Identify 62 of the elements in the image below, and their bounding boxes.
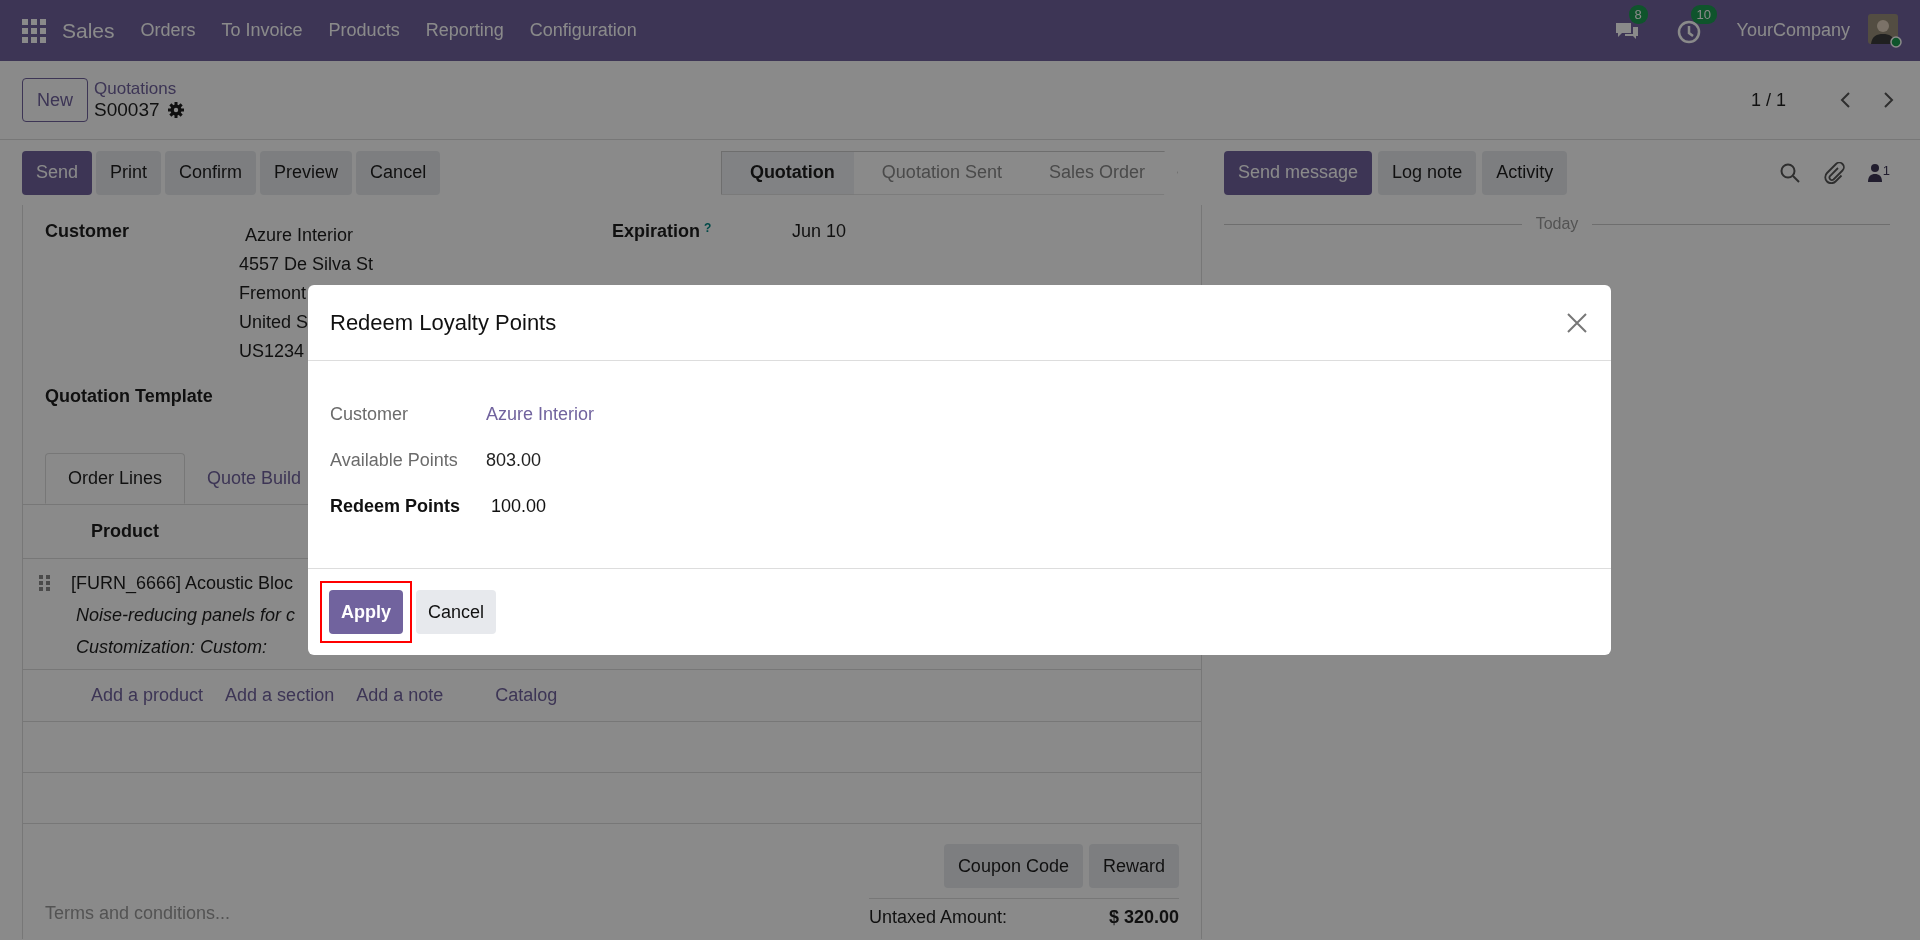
app-name[interactable]: Sales: [62, 18, 115, 43]
reward-button[interactable]: Reward: [1088, 844, 1179, 888]
address-line: United S: [239, 311, 309, 334]
chatter-button[interactable]: Log note: [1378, 150, 1477, 195]
address-line: US1234: [239, 340, 305, 363]
action-button[interactable]: Cancel: [356, 150, 441, 195]
product-name: [FURN_6666] Acoustic Bloc: [71, 572, 294, 596]
add-line-link[interactable]: Add a product: [91, 685, 204, 706]
menu-item[interactable]: Orders: [140, 20, 196, 41]
notebook-tab[interactable]: Quote Build: [185, 453, 324, 504]
field-value[interactable]: Jun 10: [792, 221, 847, 242]
address-line: 4557 De Silva St: [239, 253, 374, 276]
action-button[interactable]: Print: [96, 150, 162, 195]
field-value: 803.00: [486, 449, 542, 471]
field-label: Customer: [45, 221, 130, 243]
menu-item[interactable]: Products: [328, 20, 400, 41]
reward-button[interactable]: Coupon Code: [943, 844, 1083, 888]
column-header[interactable]: Product: [91, 521, 159, 542]
follower-count: 1: [1882, 162, 1890, 178]
follower-icon[interactable]: [1866, 162, 1883, 183]
customer-name[interactable]: Azure Interior: [239, 221, 354, 250]
field-label: Expiration $^{?}$: [612, 221, 713, 242]
action-button[interactable]: Confirm: [165, 150, 257, 195]
company-name[interactable]: YourCompany: [1736, 20, 1850, 41]
menu-item[interactable]: Reporting: [425, 20, 504, 41]
chatter-button[interactable]: Send message: [1224, 150, 1373, 195]
record-name: S00037: [94, 98, 160, 122]
field-label: Customer: [330, 403, 410, 425]
status-step[interactable]: Sales Order: [1020, 150, 1178, 195]
total-label: Untaxed Amount:: [869, 907, 1008, 928]
gear-icon[interactable]: [167, 102, 184, 118]
dialog-button[interactable]: Cancel: [416, 590, 497, 634]
user-avatar-icon[interactable]: [1868, 13, 1902, 48]
activity-count-badge: 10: [1690, 4, 1718, 24]
menu-item[interactable]: Configuration: [529, 20, 637, 41]
pager-value: 1 / 1: [1750, 89, 1786, 111]
close-icon[interactable]: [1565, 310, 1589, 335]
field-label: Available Points: [330, 449, 459, 471]
action-button[interactable]: Preview: [260, 150, 353, 195]
chatter-button[interactable]: Activity: [1482, 150, 1568, 195]
notebook-tab[interactable]: Order Lines: [45, 453, 186, 504]
product-description: Noise-reducing panels for c: [75, 604, 296, 627]
paperclip-icon[interactable]: [1822, 161, 1845, 184]
search-icon[interactable]: [1778, 161, 1801, 184]
add-line-link[interactable]: Add a note: [356, 685, 444, 706]
drag-handle-icon[interactable]: [37, 573, 51, 591]
add-line-link[interactable]: Add a section: [225, 685, 335, 706]
apps-menu-icon[interactable]: [22, 18, 46, 43]
total-value: $ 320.00: [1108, 907, 1179, 928]
customer-link[interactable]: Azure Interior: [486, 403, 595, 425]
menu-item[interactable]: To Invoice: [221, 20, 303, 41]
add-line-link[interactable]: Catalog: [495, 685, 558, 706]
dialog-title: Redeem Loyalty Points: [330, 309, 557, 336]
breadcrumb-link[interactable]: Quotations: [94, 78, 184, 99]
product-description: Customization: Custom:: [75, 636, 268, 659]
address-line: Fremont: [239, 282, 307, 305]
message-count-badge: 8: [1628, 4, 1648, 24]
field-label: Quotation Template: [45, 386, 213, 407]
field-label: Redeem Points: [330, 495, 462, 517]
new-button[interactable]: New: [22, 78, 88, 122]
action-button[interactable]: Send: [22, 150, 93, 195]
dialog-button[interactable]: Apply: [329, 590, 403, 634]
